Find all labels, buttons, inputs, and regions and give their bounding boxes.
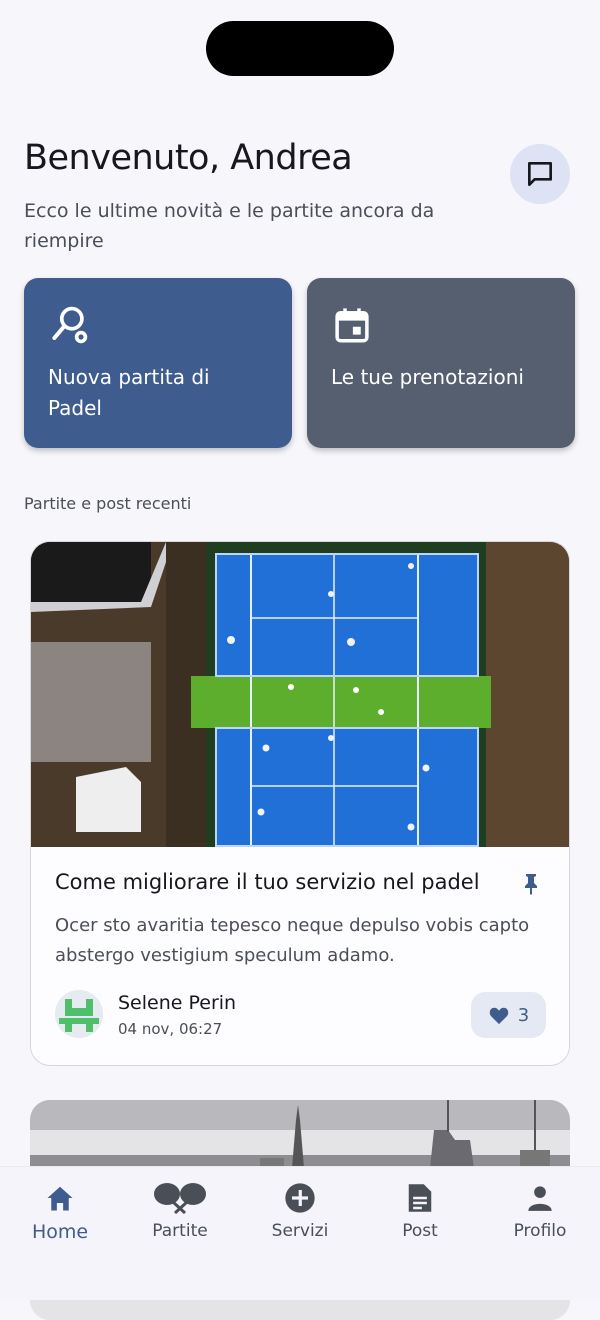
section-label: Partite e post recenti — [24, 494, 192, 513]
page-subtitle: Ecco le ultime novità e le partite ancor… — [24, 200, 435, 252]
tab-home[interactable]: Home — [0, 1181, 120, 1243]
document-icon — [408, 1184, 432, 1212]
page-title: Benvenuto, Andrea — [24, 138, 353, 178]
my-bookings-button[interactable]: Le tue prenotazioni — [307, 278, 575, 448]
author-avatar — [55, 990, 103, 1038]
post-date: 04 nov, 06:27 — [118, 1020, 223, 1038]
tab-partite-label: Partite — [152, 1221, 208, 1241]
home-icon — [47, 1186, 73, 1211]
heart-icon — [489, 1007, 509, 1025]
tab-profilo-label: Profilo — [513, 1221, 567, 1241]
like-count: 3 — [517, 1004, 530, 1026]
calendar-icon — [335, 308, 369, 343]
like-button[interactable]: 3 — [471, 992, 546, 1038]
post-card[interactable]: Come migliorare il tuo servizio nel pade… — [30, 541, 570, 1066]
post-title: Come migliorare il tuo servizio nel pade… — [55, 870, 480, 894]
camera-notch — [206, 21, 394, 76]
author-name: Selene Perin — [118, 992, 237, 1014]
new-padel-match-label: Nuova partita di Padel — [48, 365, 210, 420]
new-padel-match-button[interactable]: Nuova partita di Padel — [24, 278, 292, 448]
tab-post-label: Post — [402, 1221, 438, 1241]
pin-icon — [525, 874, 537, 895]
tab-servizi[interactable]: Servizi — [240, 1181, 360, 1241]
tab-profilo[interactable]: Profilo — [480, 1181, 600, 1241]
plus-circle-icon — [285, 1183, 315, 1213]
my-bookings-label: Le tue prenotazioni — [331, 365, 524, 389]
post-excerpt: Ocer sto avaritia tepesco neque depulso … — [55, 915, 530, 966]
bottom-tab-bar: Home Partite Servizi Post Profilo — [0, 1166, 600, 1300]
chat-button[interactable] — [510, 144, 570, 204]
chat-bubble-icon — [528, 162, 552, 186]
tab-partite[interactable]: Partite — [120, 1181, 240, 1241]
tab-post[interactable]: Post — [360, 1181, 480, 1241]
padel-rackets-icon — [154, 1183, 206, 1214]
person-icon — [528, 1186, 552, 1211]
tab-servizi-label: Servizi — [271, 1221, 329, 1241]
padel-courts-aerial-image — [31, 542, 569, 847]
tab-home-label: Home — [31, 1221, 89, 1243]
padel-racket-icon — [52, 306, 88, 344]
